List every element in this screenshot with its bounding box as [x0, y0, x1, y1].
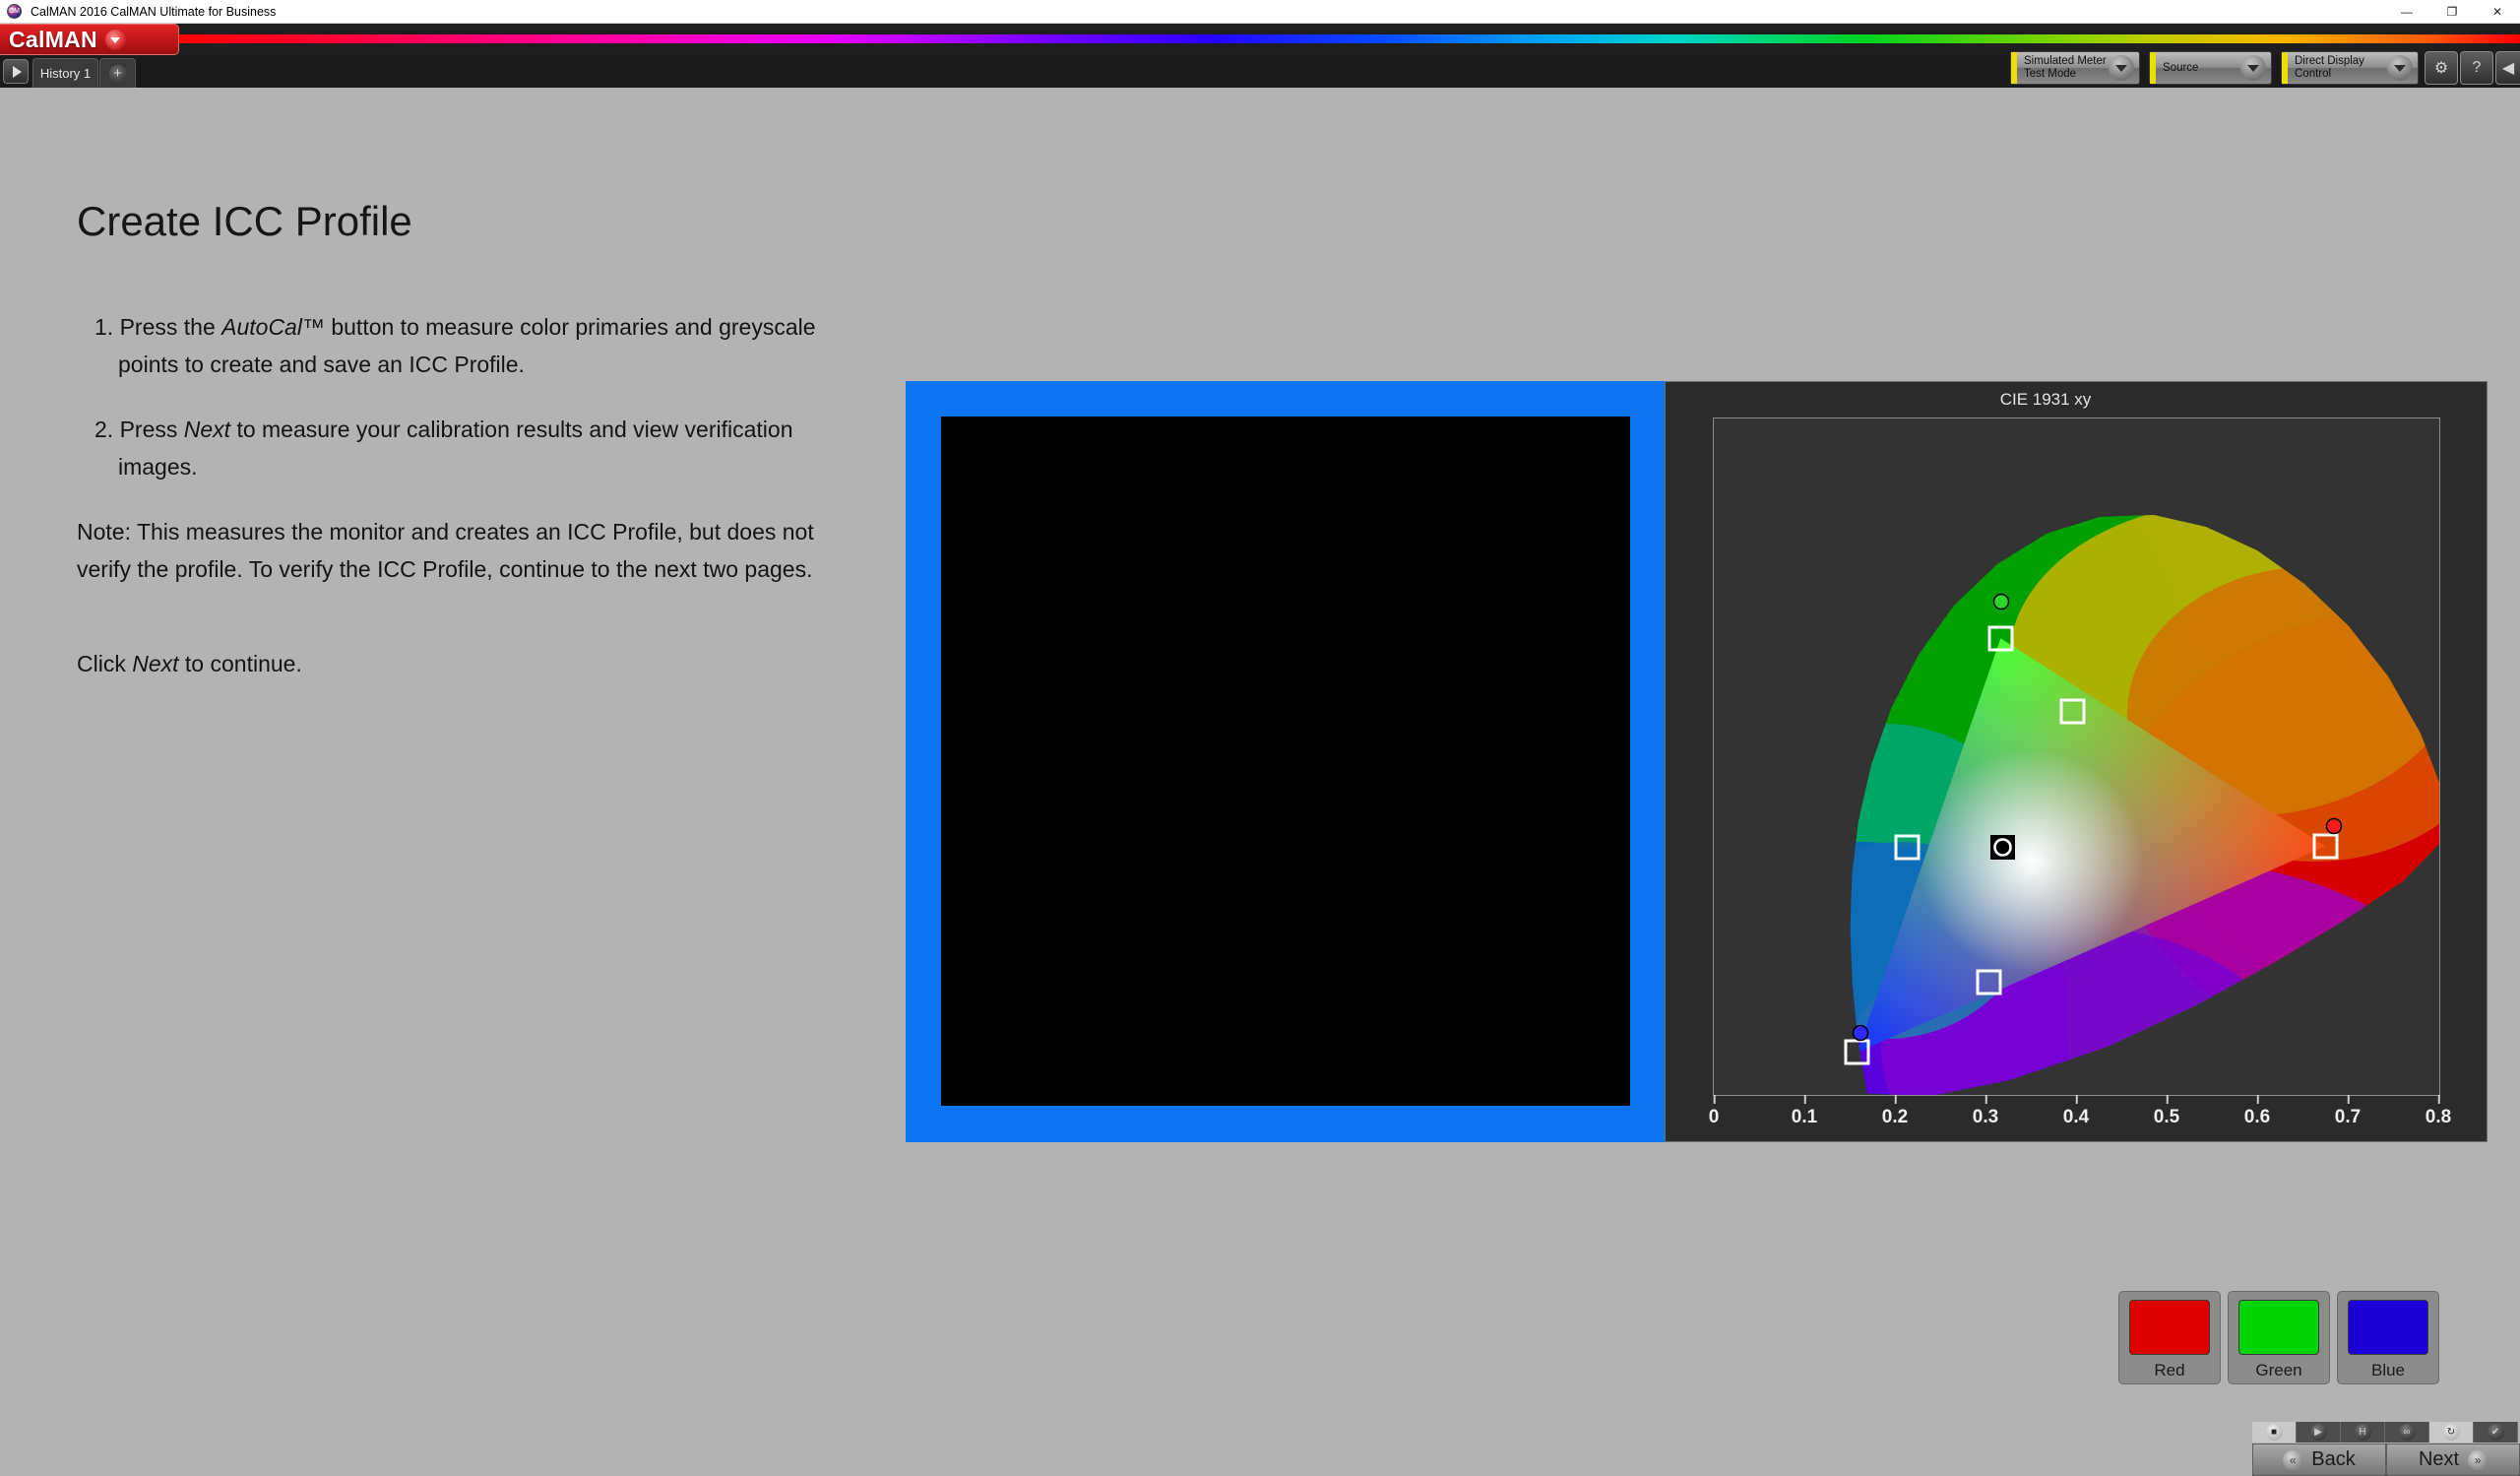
x-tick-0.2: 0.2: [1881, 1095, 1909, 1127]
step-1-emphasis: AutoCal™: [221, 314, 325, 340]
instruction-step-1: 1. Press the AutoCal™ button to measure …: [77, 308, 874, 383]
click-next-emphasis: Next: [132, 651, 179, 676]
play-icon: ▶: [2309, 1424, 2327, 1441]
blue-button-label: Blue: [2370, 1361, 2406, 1380]
chevron-down-icon[interactable]: [104, 29, 126, 50]
calman-app-icon: [7, 4, 22, 19]
blue-pattern-button[interactable]: Blue: [2337, 1291, 2439, 1384]
refresh-icon: ↻: [2442, 1424, 2460, 1441]
x-tick-0: 0: [1708, 1095, 1720, 1127]
check-icon: ✔: [2487, 1424, 2504, 1441]
cie-chromaticity-diagram: [1844, 515, 2439, 1095]
measured-marker-green: [1992, 593, 2010, 610]
rgb-pattern-buttons: Red Green Blue: [2118, 1291, 2439, 1384]
step-2-pre: Press: [113, 417, 184, 442]
back-button[interactable]: « Back: [2252, 1444, 2386, 1476]
next-button-label: Next: [2418, 1448, 2460, 1470]
stop-icon-button[interactable]: ■: [2252, 1422, 2297, 1443]
instruction-step-2: 2. Press Next to measure your calibratio…: [77, 411, 874, 485]
cie-plot-area[interactable]: 0 0.1 0.2 0.3 0.4 0.5 0.6 0.7 0.8: [1713, 417, 2440, 1096]
cie-chart-panel: CIE 1931 xy: [1665, 381, 2488, 1142]
x-tick-0.5: 0.5: [2153, 1095, 2180, 1127]
measured-marker-red: [2325, 817, 2343, 835]
x-axis-tick-row: 0 0.1 0.2 0.3 0.4 0.5 0.6 0.7 0.8: [1708, 1095, 2451, 1136]
source-label-line1: Source: [2163, 61, 2199, 74]
green-button-label: Green: [2255, 1361, 2302, 1380]
window-title: CalMAN 2016 CalMAN Ultimate for Business: [31, 4, 277, 19]
pattern-control-icon-strip: ■ ▶ H ∞ ↻ ✔: [2252, 1422, 2518, 1443]
click-next-pre: Click: [77, 651, 133, 676]
display-control-label: Direct Display Control: [2288, 55, 2387, 81]
tab-toolbar-row: History 1 +: [0, 55, 2520, 88]
hold-icon-button[interactable]: H: [2341, 1422, 2385, 1443]
window-controls: — ❐ ✕: [2384, 0, 2520, 24]
blue-swatch: [2348, 1300, 2428, 1355]
test-pattern-preview-panel: [906, 381, 1665, 1142]
gear-icon[interactable]: ⚙: [2425, 51, 2458, 85]
calman-logo-text: CalMAN: [9, 26, 97, 52]
stop-icon: ■: [2265, 1424, 2283, 1441]
meter-select-dropdown[interactable]: Simulated Meter Test Mode: [2010, 51, 2140, 85]
x-tick-0.8: 0.8: [2425, 1095, 2452, 1127]
display-control-dropdown[interactable]: Direct Display Control: [2281, 51, 2419, 85]
x-tick-0.1: 0.1: [1791, 1095, 1818, 1127]
chevron-left-icon: «: [2283, 1449, 2303, 1470]
minimize-button[interactable]: —: [2384, 0, 2429, 24]
step-2-number: 2.: [94, 417, 114, 442]
page-title: Create ICC Profile: [77, 198, 412, 244]
click-next-paragraph: Click Next to continue.: [77, 645, 874, 682]
chevron-down-icon[interactable]: [2387, 55, 2413, 81]
green-swatch: [2238, 1300, 2319, 1355]
meter-select-label: Simulated Meter Test Mode: [2017, 55, 2109, 81]
chevron-right-icon: »: [2468, 1449, 2488, 1470]
workspace: Create ICC Profile 1. Press the AutoCal™…: [0, 88, 2520, 1476]
brand-bar: CalMAN: [0, 24, 2520, 55]
add-tab-button[interactable]: +: [99, 58, 136, 88]
check-icon-button[interactable]: ✔: [2474, 1422, 2518, 1443]
help-icon[interactable]: ?: [2460, 51, 2493, 85]
collapse-panel-icon[interactable]: ◀: [2495, 51, 2520, 85]
x-tick-0.3: 0.3: [1972, 1095, 1999, 1127]
continuous-icon: ∞: [2398, 1424, 2416, 1441]
click-next-post: to continue.: [178, 651, 302, 676]
source-select-label: Source: [2156, 62, 2240, 75]
calman-logo-button[interactable]: CalMAN: [0, 24, 179, 55]
x-tick-0.6: 0.6: [2243, 1095, 2271, 1127]
rainbow-gradient-bar: [173, 34, 2520, 43]
x-tick-0.4: 0.4: [2062, 1095, 2090, 1127]
back-button-label: Back: [2311, 1448, 2356, 1470]
red-button-label: Red: [2154, 1361, 2185, 1380]
play-arrow-icon[interactable]: [3, 59, 29, 84]
restore-button[interactable]: ❐: [2429, 0, 2475, 24]
x-tick-0.7: 0.7: [2334, 1095, 2362, 1127]
instructions-block: 1. Press the AutoCal™ button to measure …: [77, 308, 874, 710]
cie-chart-title: CIE 1931 xy: [1999, 390, 2092, 409]
red-swatch: [2129, 1300, 2210, 1355]
hold-icon: H: [2354, 1424, 2371, 1441]
play-icon-button[interactable]: ▶: [2297, 1422, 2341, 1443]
red-pattern-button[interactable]: Red: [2118, 1291, 2221, 1384]
tab-history-1[interactable]: History 1: [32, 58, 98, 88]
note-paragraph: Note: This measures the monitor and crea…: [77, 519, 814, 582]
plus-icon: +: [108, 64, 127, 83]
black-test-patch: [941, 417, 1630, 1106]
source-select-dropdown[interactable]: Source: [2149, 51, 2272, 85]
display-control-line1: Direct Display Control: [2295, 55, 2364, 80]
measured-marker-blue: [1852, 1024, 1869, 1042]
wizard-navigation: « Back Next »: [2252, 1444, 2520, 1476]
close-button[interactable]: ✕: [2475, 0, 2520, 24]
step-2-emphasis: Next: [183, 417, 231, 442]
step-1-number: 1.: [94, 314, 114, 340]
next-button[interactable]: Next »: [2386, 1444, 2520, 1476]
step-1-pre: Press the: [113, 314, 222, 340]
meter-label-line1: Simulated Meter: [2024, 55, 2107, 67]
meter-label-line2: Test Mode: [2024, 68, 2077, 80]
white-point-marker: [1990, 835, 2015, 860]
refresh-icon-button[interactable]: ↻: [2429, 1422, 2474, 1443]
green-pattern-button[interactable]: Green: [2228, 1291, 2330, 1384]
continuous-icon-button[interactable]: ∞: [2385, 1422, 2429, 1443]
os-title-bar: CalMAN 2016 CalMAN Ultimate for Business…: [0, 0, 2520, 24]
chevron-down-icon[interactable]: [2109, 55, 2134, 81]
chevron-down-icon[interactable]: [2240, 55, 2266, 81]
